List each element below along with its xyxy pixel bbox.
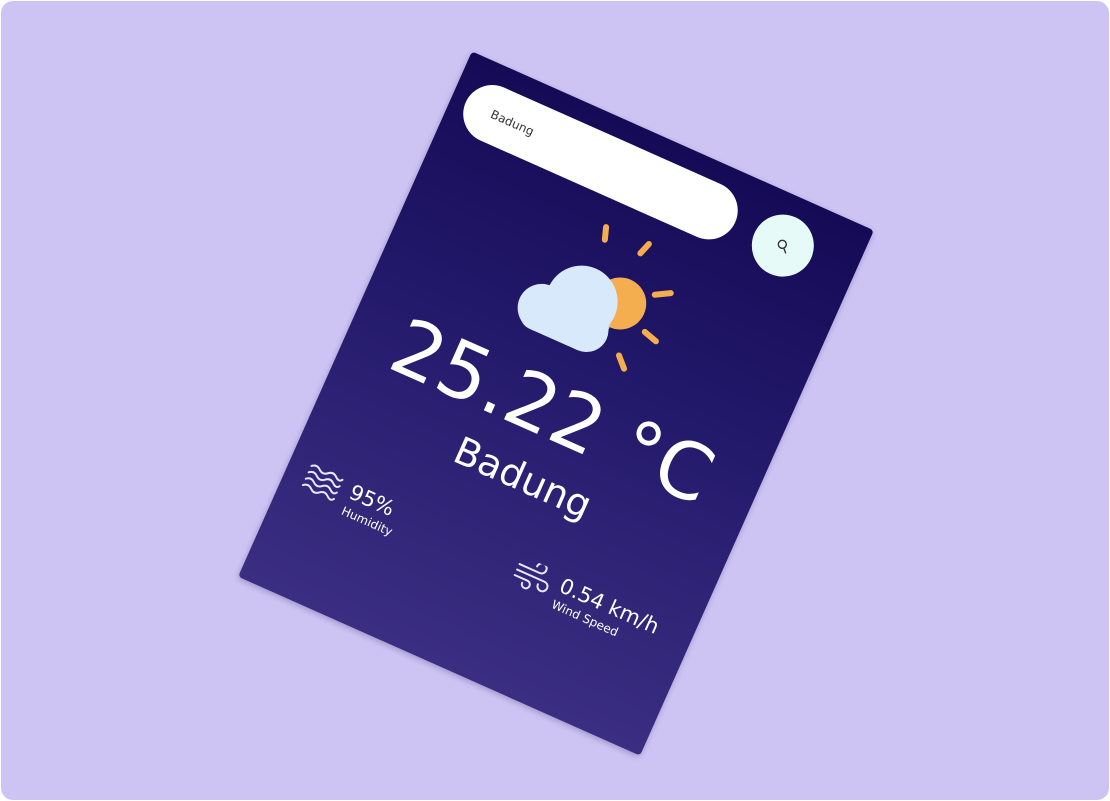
app-background: 25.22 °C Badung 95% Humidity: [1, 1, 1109, 800]
wind-stat: 0.54 km/h Wind Speed: [505, 553, 663, 654]
cloud: [517, 265, 618, 353]
humidity-waves-icon: [301, 464, 344, 501]
wind-icon: [513, 562, 549, 593]
weather-card: 25.22 °C Badung 95% Humidity: [238, 51, 874, 756]
humidity-stat: 95% Humidity: [295, 460, 406, 540]
search-button[interactable]: [741, 204, 824, 287]
search-icon: [777, 239, 788, 254]
